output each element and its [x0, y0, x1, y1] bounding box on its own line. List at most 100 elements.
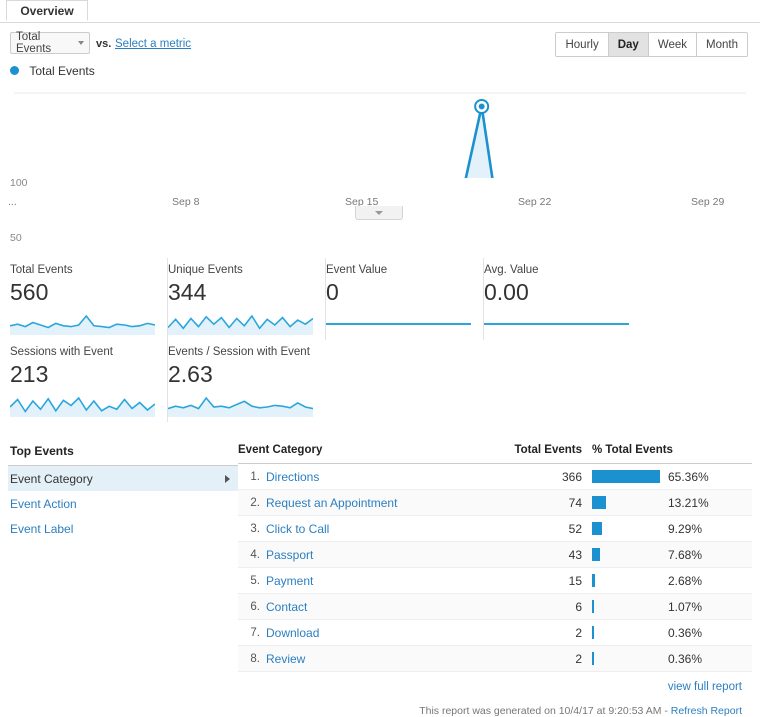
- row-pct-cell: 0.36%: [592, 619, 752, 646]
- top-events-item-event-category[interactable]: Event Category: [8, 466, 238, 491]
- row-pct-bar: [592, 574, 595, 587]
- row-rank: 4.: [238, 541, 266, 568]
- row-pct-cell: 1.07%: [592, 593, 752, 620]
- x-tick-4: Sep 29: [691, 196, 725, 208]
- row-pct-label: 0.36%: [668, 625, 703, 640]
- report-generated-line: This report was generated on 10/4/17 at …: [238, 693, 752, 717]
- row-rank: 2.: [238, 489, 266, 516]
- row-rank: 3.: [238, 515, 266, 542]
- row-pct-bar: [592, 600, 594, 613]
- x-tick-1: Sep 8: [172, 196, 200, 208]
- x-tick-0: ...: [8, 196, 17, 208]
- header-event-category[interactable]: Event Category: [238, 444, 472, 464]
- row-total-events: 2: [471, 645, 592, 672]
- scorecard-unique-events[interactable]: Unique Events 344: [168, 258, 326, 340]
- top-events-item-event-action[interactable]: Event Action: [8, 491, 238, 516]
- row-pct-bar: [592, 496, 606, 509]
- chart-area: 100 50: [0, 85, 760, 244]
- chart-x-axis: ... Sep 8 Sep 15 Sep 22 Sep 29: [0, 196, 760, 248]
- scorecard-total-events[interactable]: Total Events 560: [10, 258, 168, 340]
- row-category-link[interactable]: Passport: [266, 548, 313, 562]
- row-pct-label: 65.36%: [668, 469, 709, 484]
- row-pct-bar: [592, 548, 600, 561]
- scorecard-sessions-with-event[interactable]: Sessions with Event 213: [10, 340, 168, 422]
- tab-overview[interactable]: Overview: [6, 0, 88, 21]
- row-category-link[interactable]: Review: [266, 652, 305, 666]
- row-pct-bar: [592, 522, 602, 535]
- top-events-item-label: Event Category: [10, 471, 93, 486]
- scorecard-title: Sessions with Event: [10, 346, 113, 358]
- scorecard-value: 0.00: [484, 279, 529, 305]
- row-pct-cell: 9.29%: [592, 515, 752, 542]
- row-category: Directions: [266, 463, 472, 490]
- generated-text: This report was generated on 10/4/17 at …: [419, 705, 671, 717]
- view-full-report-link[interactable]: view full report: [668, 681, 742, 693]
- table-row[interactable]: 4. Passport 43 7.68%: [238, 541, 752, 568]
- row-pct-cell: 13.21%: [592, 489, 752, 516]
- events-table-panel: Event Category Total Events % Total Even…: [238, 444, 760, 717]
- scorecard-sparkline: [484, 323, 629, 325]
- row-pct-label: 9.29%: [668, 521, 703, 536]
- top-events-item-label: Event Action: [10, 496, 77, 511]
- top-events-item-label: Event Label: [10, 521, 74, 536]
- row-pct-label: 13.21%: [668, 495, 709, 510]
- row-category: Request an Appointment: [266, 489, 472, 516]
- row-category: Download: [266, 619, 472, 646]
- table-row[interactable]: 6. Contact 6 1.07%: [238, 593, 752, 620]
- row-category-link[interactable]: Click to Call: [266, 522, 329, 536]
- tab-bar: Overview: [0, 0, 760, 23]
- table-row[interactable]: 7. Download 2 0.36%: [238, 619, 752, 646]
- row-total-events: 366: [471, 463, 592, 490]
- table-row[interactable]: 3. Click to Call 52 9.29%: [238, 515, 752, 542]
- events-line-chart[interactable]: [0, 43, 760, 178]
- refresh-report-link[interactable]: Refresh Report: [671, 705, 742, 717]
- scorecard-grid: Total Events 560 Unique Events 344 Event Val…: [0, 258, 760, 422]
- row-pct-cell: 2.68%: [592, 567, 752, 594]
- scorecard-value: 560: [10, 279, 49, 305]
- row-category-link[interactable]: Directions: [266, 470, 319, 484]
- scorecard-sparkline: [326, 323, 471, 325]
- view-full-report: view full report: [238, 672, 752, 693]
- chevron-down-icon: [375, 210, 383, 215]
- table-row[interactable]: 1. Directions 366 65.36%: [238, 463, 752, 490]
- row-category-link[interactable]: Contact: [266, 600, 307, 614]
- row-rank: 1.: [238, 463, 266, 490]
- y-tick-100: 100: [10, 177, 28, 189]
- top-events-panel: Top Events Event Category Event Action Eve…: [0, 444, 238, 717]
- scorecard-event-value[interactable]: Event Value 0: [326, 258, 484, 340]
- scorecard-title: Total Events: [10, 264, 73, 276]
- chevron-right-icon: [225, 474, 230, 483]
- row-category-link[interactable]: Request an Appointment: [266, 496, 397, 510]
- row-category-link[interactable]: Download: [266, 626, 319, 640]
- row-pct-cell: 0.36%: [592, 645, 752, 672]
- table-row[interactable]: 2. Request an Appointment 74 13.21%: [238, 489, 752, 516]
- scorecard-events-session-with-event[interactable]: Events / Session with Event 2.63: [168, 340, 325, 422]
- row-category: Review: [266, 645, 472, 672]
- x-tick-3: Sep 22: [518, 196, 552, 208]
- collapse-chart-button[interactable]: [355, 206, 403, 220]
- row-pct-label: 7.68%: [668, 547, 703, 562]
- row-category: Click to Call: [266, 515, 472, 542]
- scorecard-value: 2.63: [168, 361, 213, 387]
- scorecard-title: Avg. Value: [484, 264, 539, 276]
- header-pct-total-events[interactable]: % Total Events: [592, 444, 752, 464]
- row-pct-label: 2.68%: [668, 573, 703, 588]
- row-pct-cell: 65.36%: [592, 463, 752, 490]
- row-total-events: 52: [471, 515, 592, 542]
- row-category-link[interactable]: Payment: [266, 574, 313, 588]
- row-pct-bar: [592, 626, 594, 639]
- row-total-events: 6: [471, 593, 592, 620]
- table-row[interactable]: 8. Review 2 0.36%: [238, 645, 752, 672]
- top-events-item-event-label[interactable]: Event Label: [8, 516, 238, 541]
- bottom-section: Top Events Event Category Event Action Eve…: [0, 444, 760, 717]
- scorecard-value: 213: [10, 361, 49, 387]
- header-total-events[interactable]: Total Events: [471, 444, 592, 464]
- row-total-events: 2: [471, 619, 592, 646]
- scorecard-avg-value[interactable]: Avg. Value 0.00: [484, 258, 641, 340]
- scorecard-value: 0: [326, 279, 339, 305]
- top-events-title: Top Events: [8, 444, 238, 466]
- row-category: Contact: [266, 593, 472, 620]
- table-header-row: Event Category Total Events % Total Even…: [238, 444, 752, 464]
- row-pct-bar: [592, 470, 660, 483]
- table-row[interactable]: 5. Payment 15 2.68%: [238, 567, 752, 594]
